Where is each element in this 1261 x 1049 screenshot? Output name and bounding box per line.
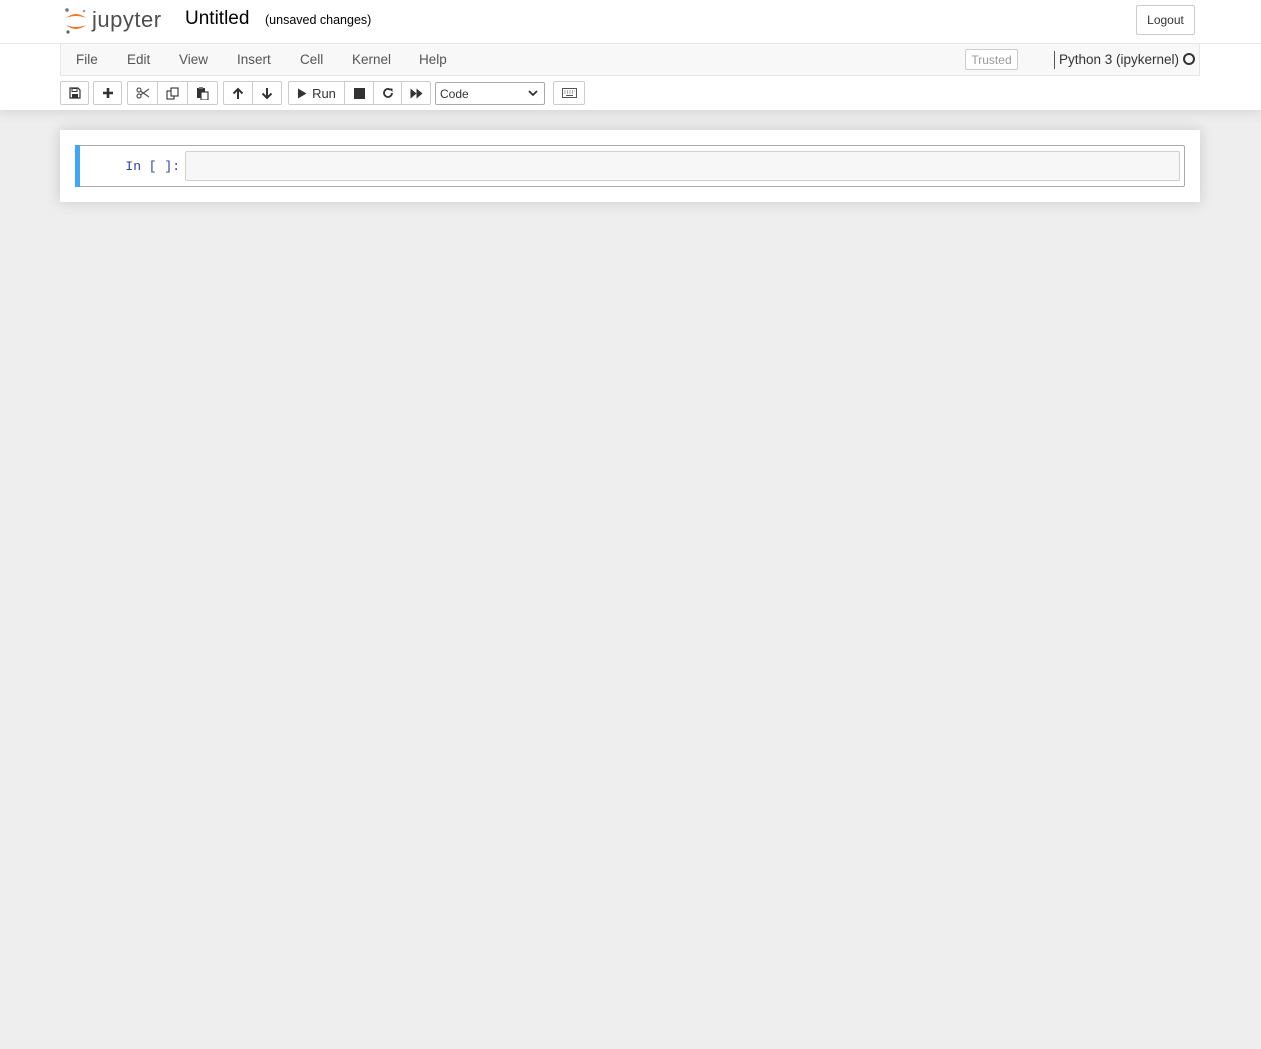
restart-button[interactable] <box>373 81 402 105</box>
menubar: File Edit View Insert Cell Kernel Help T… <box>60 44 1200 76</box>
menu-file[interactable]: File <box>76 52 98 67</box>
notebook-container: In [ ]: <box>60 130 1200 202</box>
chevron-down-icon <box>528 90 538 97</box>
run-label: Run <box>312 85 336 101</box>
cut-icon <box>135 87 149 99</box>
cut-button[interactable] <box>127 81 158 105</box>
logout-button[interactable]: Logout <box>1136 5 1195 35</box>
menu-edit[interactable]: Edit <box>127 52 150 67</box>
save-status: (unsaved changes) <box>265 13 372 27</box>
run-button[interactable]: Run <box>288 81 345 105</box>
save-button[interactable] <box>60 81 89 105</box>
move-down-button[interactable] <box>252 81 282 105</box>
save-icon <box>68 87 81 99</box>
arrow-up-icon <box>232 87 244 99</box>
jupyter-logo[interactable]: jupyter <box>64 6 174 36</box>
fast-forward-icon <box>410 88 422 98</box>
trusted-indicator[interactable]: Trusted <box>965 49 1018 70</box>
kernel-idle-icon <box>1183 53 1195 65</box>
paste-button[interactable] <box>187 81 218 105</box>
code-input[interactable] <box>185 151 1180 181</box>
plus-icon <box>102 88 113 98</box>
move-up-button[interactable] <box>223 81 253 105</box>
input-prompt: In [ ]: <box>125 159 180 174</box>
insert-cell-button[interactable] <box>93 81 122 105</box>
interrupt-button[interactable] <box>344 81 374 105</box>
restart-run-all-button[interactable] <box>401 81 431 105</box>
menu-cell[interactable]: Cell <box>300 52 323 67</box>
menu-insert[interactable]: Insert <box>237 52 271 67</box>
copy-button[interactable] <box>157 81 188 105</box>
toolbar: Run Code <box>60 80 620 106</box>
jupyter-logo-icon <box>65 8 86 34</box>
selected-cell-bar <box>75 145 80 187</box>
keyboard-icon <box>561 88 577 98</box>
paste-icon <box>197 86 209 100</box>
arrow-down-icon <box>261 87 273 99</box>
header-row: jupyter Untitled (unsaved changes) Logou… <box>0 0 1261 44</box>
kernel-name[interactable]: Python 3 (ipykernel) <box>1059 52 1179 67</box>
command-palette-button[interactable] <box>553 81 585 105</box>
stop-icon <box>353 87 365 99</box>
menu-view[interactable]: View <box>179 52 208 67</box>
header: jupyter Untitled (unsaved changes) Logou… <box>0 0 1261 110</box>
code-cell[interactable]: In [ ]: <box>75 145 1185 187</box>
notebook-title[interactable]: Untitled <box>185 8 249 30</box>
menu-help[interactable]: Help <box>419 52 447 67</box>
jupyter-logo-text: jupyter <box>92 7 162 32</box>
kernel-separator <box>1054 51 1055 69</box>
cell-type-value: Code <box>440 86 469 101</box>
copy-icon <box>166 86 179 100</box>
cell-type-select[interactable]: Code <box>435 82 545 105</box>
menu-kernel[interactable]: Kernel <box>352 52 391 67</box>
restart-icon <box>382 88 393 98</box>
play-icon <box>298 88 307 98</box>
